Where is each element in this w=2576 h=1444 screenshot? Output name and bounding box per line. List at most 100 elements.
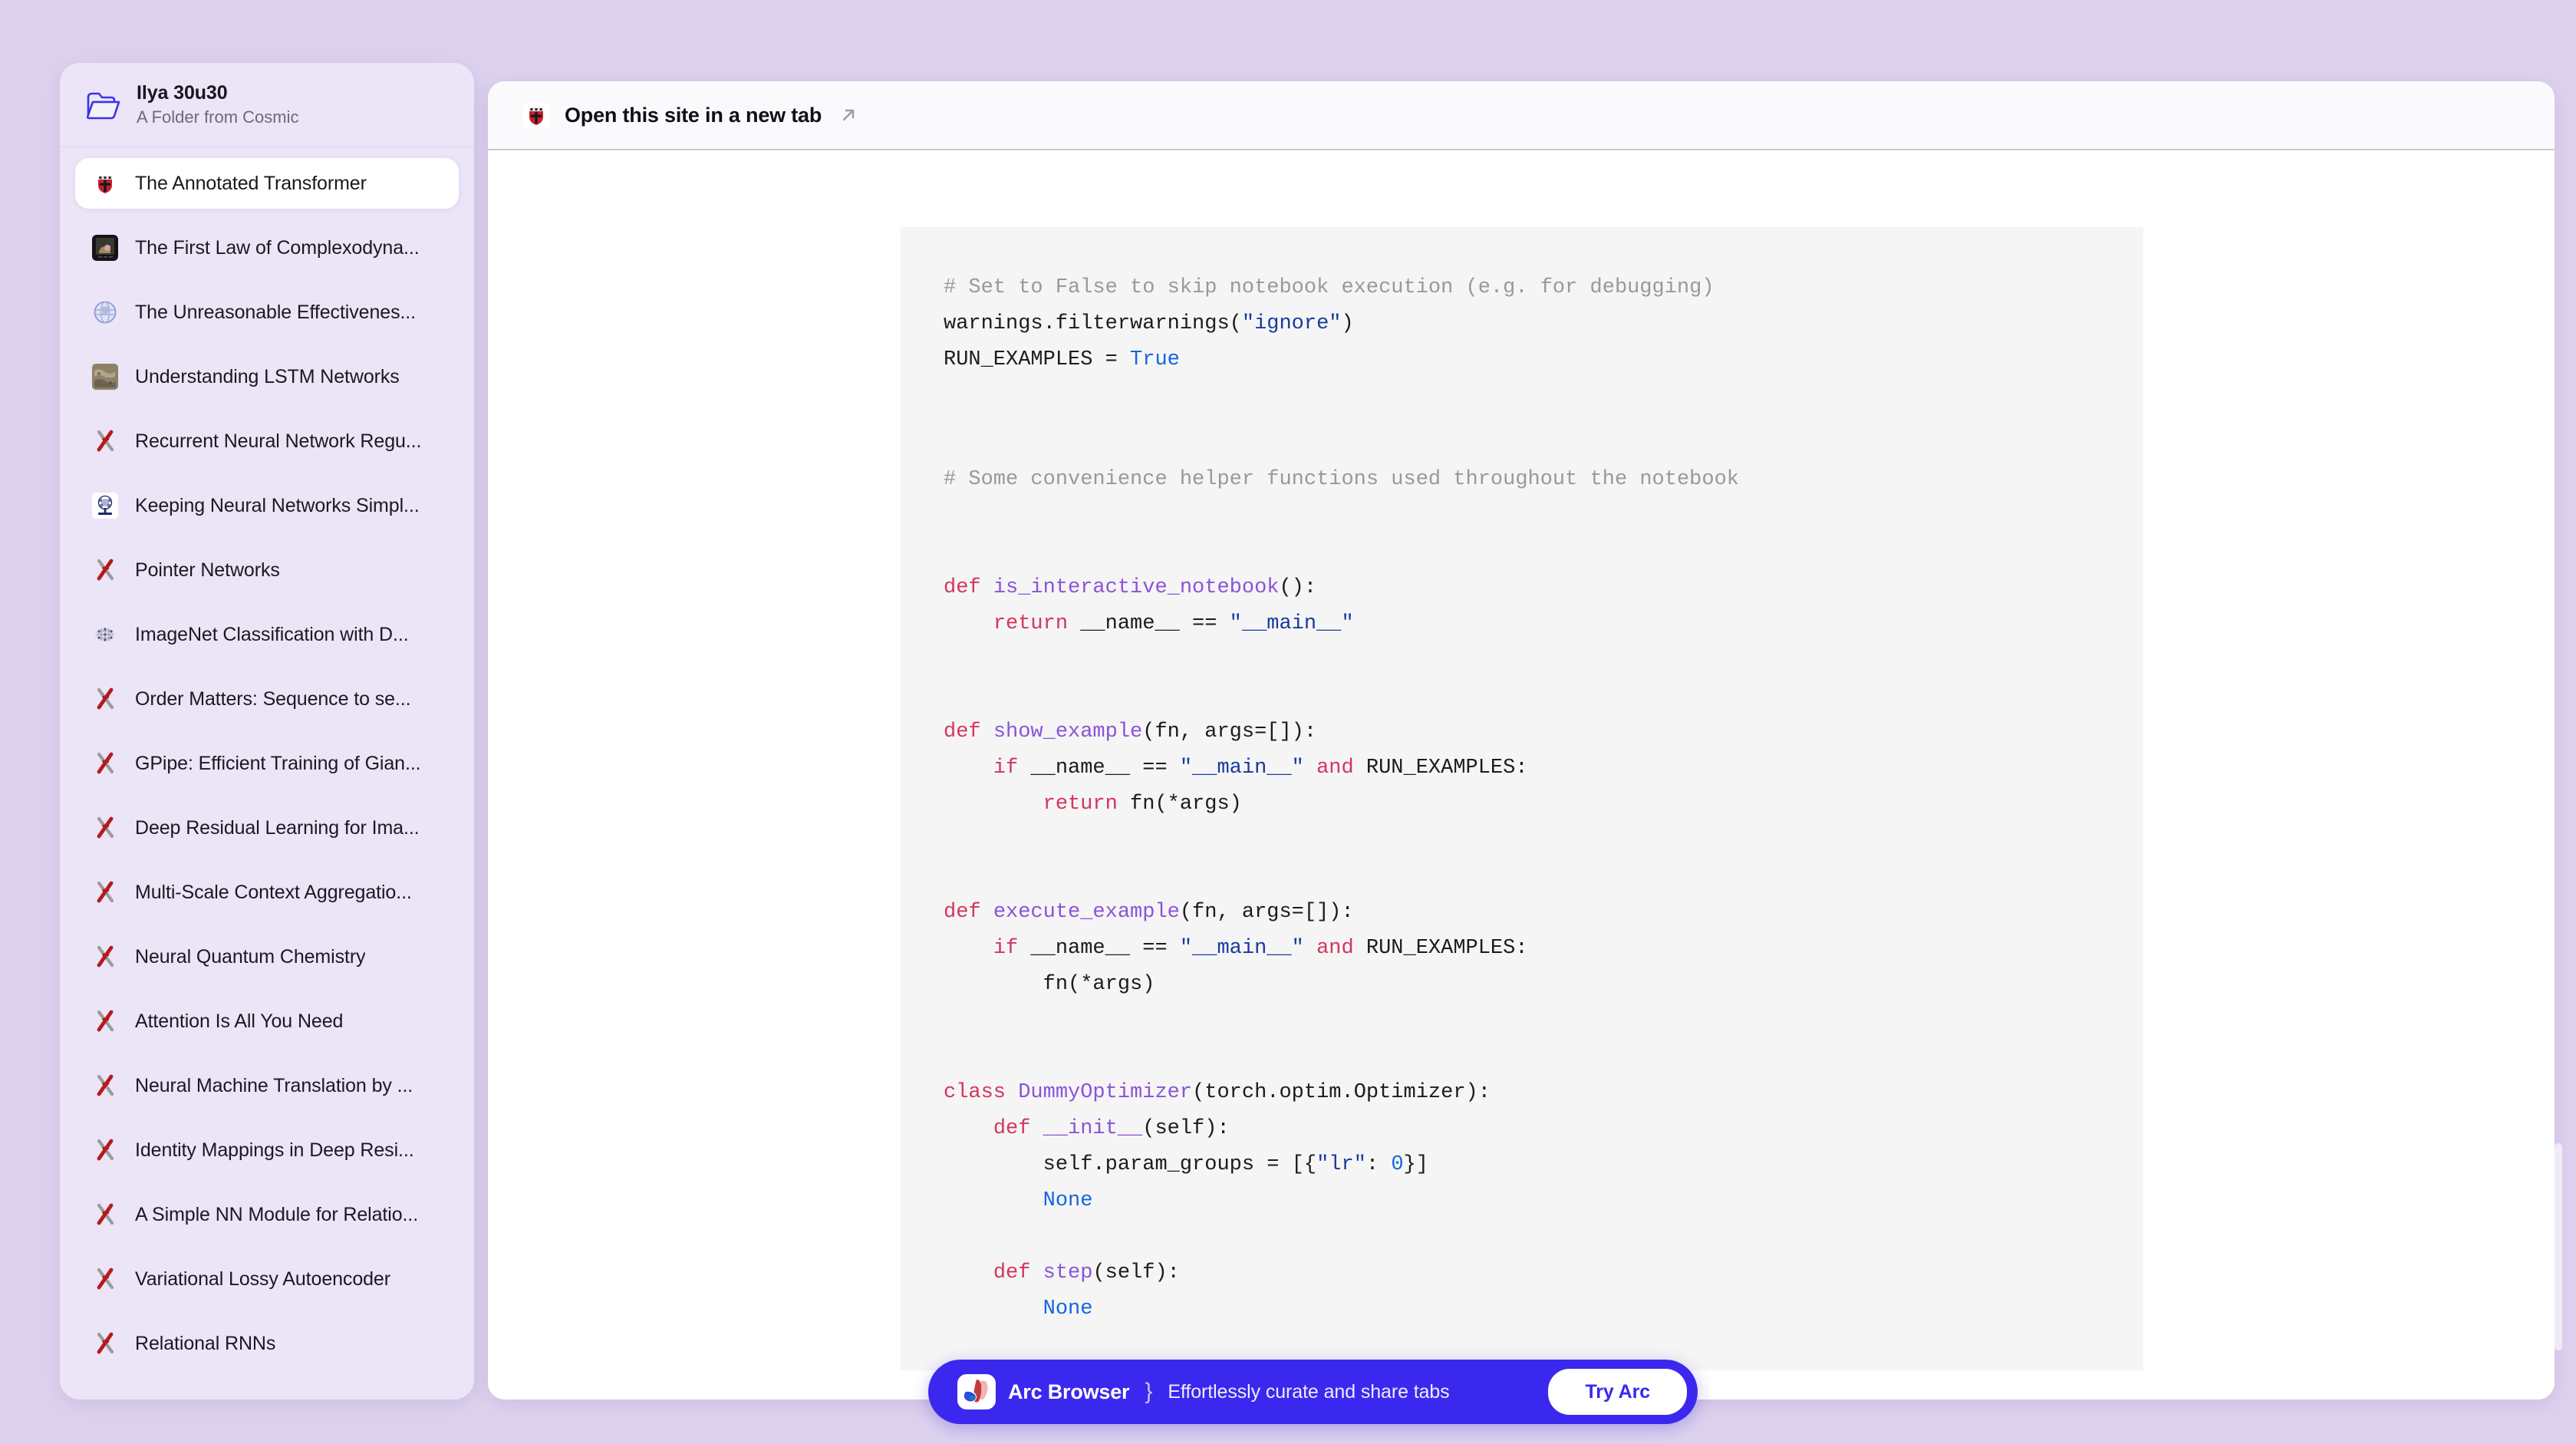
sidebar-panel: Ilya 30u30 A Folder from Cosmic The Anno…: [60, 63, 474, 1399]
code-block: # Set to False to skip notebook executio…: [901, 227, 2143, 421]
code-token: :: [1365, 1153, 1392, 1176]
harvard-shield-icon: [522, 101, 551, 130]
code-token: (fn, args=[]):: [1142, 720, 1317, 743]
arc-logo-icon: [957, 1374, 996, 1409]
arxiv-icon: [91, 942, 120, 971]
sidebar-item[interactable]: A Simple NN Module for Relatio...: [75, 1189, 459, 1240]
code-token: def: [993, 1117, 1043, 1140]
texture-thumbnail-icon: [91, 362, 120, 391]
sidebar-item[interactable]: The Unreasonable Effectivenes...: [75, 287, 459, 338]
code-token: "ignore": [1241, 312, 1342, 335]
sidebar-item[interactable]: Neural Quantum Chemistry: [75, 931, 459, 982]
try-arc-button[interactable]: Try Arc: [1548, 1369, 1687, 1415]
sidebar-item-label: Understanding LSTM Networks: [135, 365, 400, 387]
sidebar-item[interactable]: Keeping Neural Networks Simpl...: [75, 480, 459, 531]
code-token: and: [1303, 937, 1366, 960]
arxiv-icon: [91, 813, 120, 842]
sidebar-item-label: Neural Machine Translation by ...: [135, 1074, 413, 1096]
sidebar-item-label: ImageNet Classification with D...: [135, 623, 409, 645]
arc-tagline: Effortlessly curate and share tabs: [1168, 1380, 1450, 1403]
sidebar-item-label: GPipe: Efficient Training of Gian...: [135, 752, 421, 774]
code-token: RUN_EXAMPLES:: [1365, 757, 1528, 780]
sidebar-item-label: Relational RNNs: [135, 1332, 276, 1354]
sidebar-item-label: The First Law of Complexodyna...: [135, 236, 420, 259]
code-token: # Some convenience helper functions used…: [944, 468, 1739, 491]
code-token: "__main__": [1229, 612, 1354, 635]
folder-titles: Ilya 30u30 A Folder from Cosmic: [137, 81, 299, 129]
sidebar-item-label: Pointer Networks: [135, 559, 280, 581]
arc-separator: }: [1145, 1379, 1153, 1404]
sidebar-item-label: A Simple NN Module for Relatio...: [135, 1203, 419, 1225]
code-token: def: [944, 720, 993, 743]
sidebar-item[interactable]: GPipe: Efficient Training of Gian...: [75, 738, 459, 789]
sidebar-item[interactable]: Understanding LSTM Networks: [75, 351, 459, 402]
code-token: # Set to False to skip notebook executio…: [944, 276, 1715, 299]
sidebar-item[interactable]: Relational RNNs: [75, 1318, 459, 1369]
content-header[interactable]: Open this site in a new tab: [488, 81, 2555, 150]
sidebar-item[interactable]: Recurrent Neural Network Regu...: [75, 416, 459, 466]
sidebar-item-label: Order Matters: Sequence to se...: [135, 687, 411, 710]
code-token: True: [1130, 348, 1180, 371]
arrow-up-right-icon[interactable]: [838, 105, 858, 125]
sidebar-item-label: Neural Quantum Chemistry: [135, 945, 366, 968]
code-token: }]: [1403, 1153, 1428, 1176]
code-token: show_example: [993, 720, 1143, 743]
arxiv-icon: [91, 427, 120, 456]
sidebar-item-label: The Unreasonable Effectivenes...: [135, 301, 417, 323]
arc-brand-label: Arc Browser: [1008, 1380, 1130, 1403]
code-token: def: [993, 1261, 1043, 1284]
arxiv-icon: [91, 1136, 120, 1165]
sidebar-item[interactable]: Deep Residual Learning for Ima...: [75, 803, 459, 853]
code-token: 0: [1391, 1153, 1404, 1176]
code-token: def: [944, 576, 993, 599]
code-token: if: [993, 937, 1019, 960]
page-scrollbar[interactable]: [2555, 1143, 2562, 1350]
code-token: (torch.optim.Optimizer):: [1192, 1081, 1491, 1104]
sidebar-item[interactable]: Order Matters: Sequence to se...: [75, 674, 459, 724]
code-token: (self):: [1142, 1117, 1230, 1140]
code-token: class: [944, 1081, 1019, 1104]
globe-icon: [91, 298, 120, 327]
sidebar-item[interactable]: Neural Machine Translation by ...: [75, 1060, 459, 1111]
code-token: "__main__": [1179, 757, 1304, 780]
sidebar-item-label: Variational Lossy Autoencoder: [135, 1268, 390, 1290]
sidebar-item[interactable]: ImageNet Classification with D...: [75, 609, 459, 660]
arxiv-icon: [91, 1200, 120, 1229]
sidebar-item[interactable]: The First Law of Complexodyna...: [75, 223, 459, 273]
code-token: DummyOptimizer: [1018, 1081, 1193, 1104]
sidebar-item-label: Identity Mappings in Deep Resi...: [135, 1139, 414, 1161]
code-token: return: [1043, 793, 1118, 816]
code-token: return: [993, 612, 1069, 635]
harvard-shield-icon: [91, 169, 120, 198]
code-token: __name__ ==: [1018, 937, 1180, 960]
sidebar-item[interactable]: Identity Mappings in Deep Resi...: [75, 1125, 459, 1175]
sidebar-item[interactable]: Variational Lossy Autoencoder: [75, 1254, 459, 1304]
code-token: def: [944, 901, 993, 924]
university-crest-icon: [91, 491, 120, 520]
open-in-new-tab-label: Open this site in a new tab: [565, 103, 822, 127]
sidebar-item[interactable]: Attention Is All You Need: [75, 996, 459, 1047]
photo-thumbnail-icon: [91, 233, 120, 262]
arxiv-icon: [91, 749, 120, 778]
sidebar-item-label: Deep Residual Learning for Ima...: [135, 816, 420, 839]
notebook-document-body: # Set to False to skip notebook executio…: [488, 150, 2555, 1399]
sidebar-item[interactable]: Pointer Networks: [75, 545, 459, 595]
code-token: RUN_EXAMPLES =: [944, 348, 1131, 371]
code-token: "lr": [1316, 1153, 1366, 1176]
arc-browser-promo-banner[interactable]: Arc Browser } Effortlessly curate and sh…: [928, 1360, 1698, 1424]
sidebar-item[interactable]: Multi-Scale Context Aggregatio...: [75, 867, 459, 918]
code-token: RUN_EXAMPLES:: [1365, 937, 1528, 960]
code-token: warnings.filterwarnings(: [944, 312, 1242, 335]
sidebar-item[interactable]: The Annotated Transformer: [75, 158, 459, 209]
code-token: __name__ ==: [1068, 612, 1230, 635]
code-token: if: [993, 757, 1019, 780]
arxiv-icon: [91, 1007, 120, 1036]
code-token: fn(*args): [944, 973, 1155, 996]
code-token: fn(*args): [1117, 793, 1242, 816]
